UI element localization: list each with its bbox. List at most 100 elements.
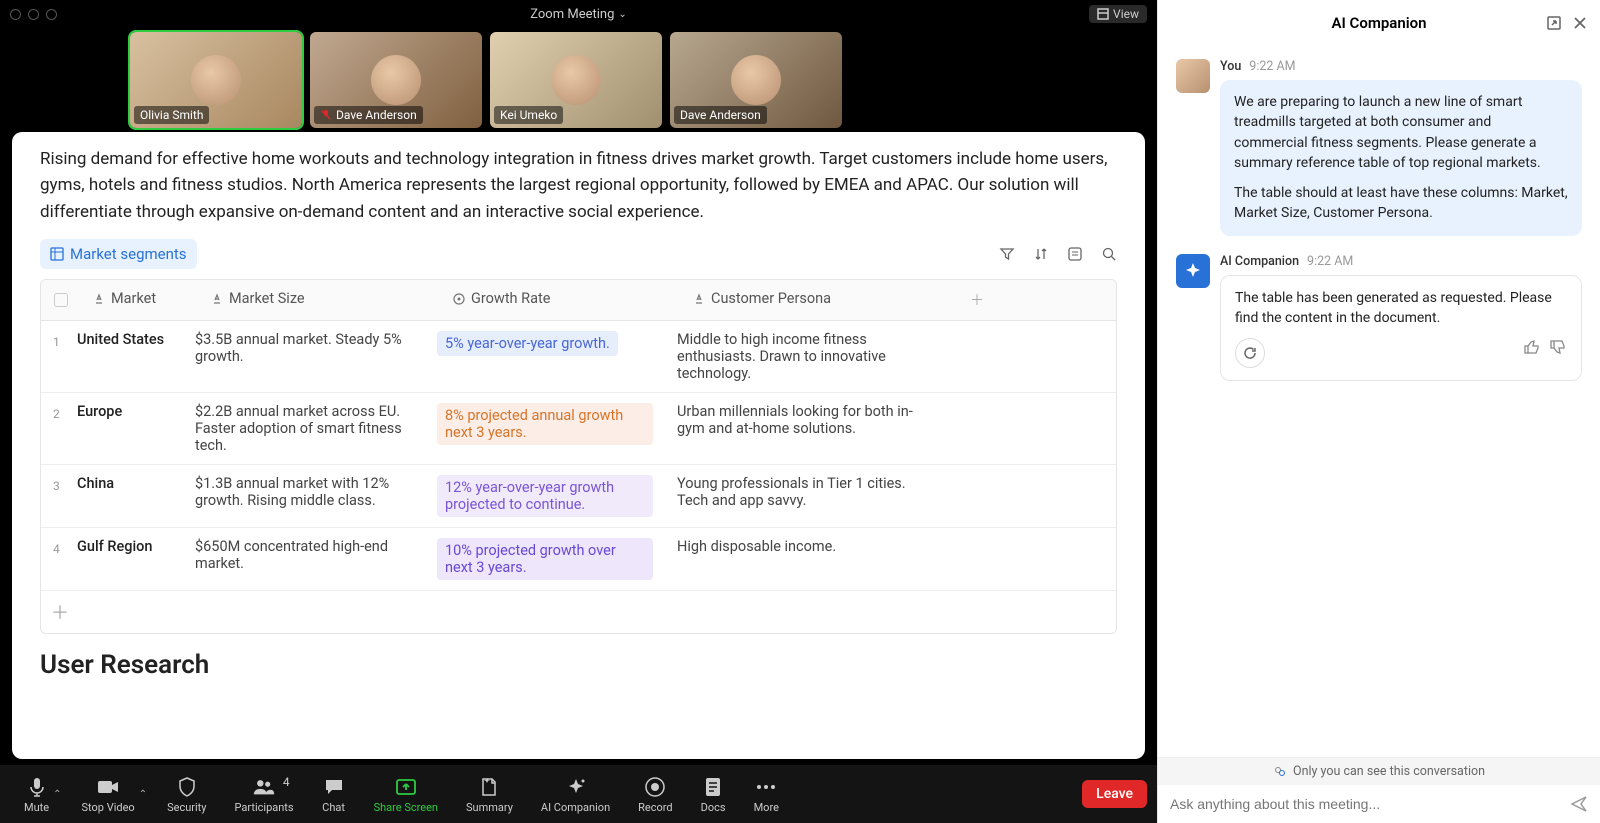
participants-button[interactable]: 4 Participants <box>221 775 308 814</box>
market-size-cell: $1.3B annual market with 12% growth. Ris… <box>183 465 425 527</box>
video-tile[interactable]: Olivia Smith <box>130 32 302 128</box>
participant-name-label: Dave Anderson <box>674 106 767 124</box>
customer-persona-column-header[interactable]: Customer Persona <box>693 290 831 307</box>
notes-icon[interactable] <box>1067 246 1083 262</box>
market-segments-chip[interactable]: Market segments <box>40 239 197 269</box>
docs-button[interactable]: Docs <box>687 775 740 814</box>
market-cell: Europe <box>65 393 183 464</box>
ai-panel-title: AI Companion <box>1331 14 1426 32</box>
record-icon <box>643 775 667 799</box>
more-button[interactable]: More <box>740 775 793 814</box>
sparkle-icon <box>564 775 588 799</box>
share-screen-button[interactable]: Share Screen <box>360 775 452 814</box>
ai-companion-button[interactable]: AI Companion <box>527 775 624 814</box>
chat-button[interactable]: Chat <box>308 775 360 814</box>
search-icon[interactable] <box>1101 246 1117 262</box>
market-size-cell: $2.2B annual market across EU. Faster ad… <box>183 393 425 464</box>
share-icon <box>394 775 418 799</box>
participant-name-label: Kei Umeko <box>494 106 563 124</box>
market-cell: United States <box>65 321 183 392</box>
privacy-notice: Only you can see this conversation <box>1158 758 1600 785</box>
sort-icon[interactable] <box>1033 246 1049 262</box>
market-cell: China <box>65 465 183 527</box>
market-column-header[interactable]: Market <box>93 290 156 307</box>
chat-message: You 9:22 AM We are preparing to launch a n… <box>1176 59 1582 236</box>
window-title: Zoom Meeting <box>530 7 614 22</box>
avatar <box>1176 254 1210 288</box>
chat-icon <box>322 775 346 799</box>
add-row-button[interactable]: ＋ <box>41 591 1116 633</box>
table-header: Market Market Size Growth Rate Customer … <box>41 280 1116 321</box>
titlebar: Zoom Meeting ⌄ View <box>0 0 1157 28</box>
market-size-cell: $650M concentrated high-end market. <box>183 528 425 590</box>
message-time: 9:22 AM <box>1249 59 1295 74</box>
message-bubble: The table has been generated as requeste… <box>1220 275 1582 382</box>
table-row[interactable]: 2Europe$2.2B annual market across EU. Fa… <box>41 393 1116 465</box>
shield-icon <box>175 775 199 799</box>
thumbs-down-button[interactable] <box>1549 338 1567 368</box>
market-segments-table: Market Market Size Growth Rate Customer … <box>40 279 1117 634</box>
ai-input[interactable] <box>1170 796 1570 812</box>
lock-icon <box>1273 765 1287 779</box>
window-controls[interactable] <box>10 9 57 20</box>
market-size-column-header[interactable]: Market Size <box>211 290 305 307</box>
select-all-checkbox[interactable] <box>54 293 68 307</box>
row-index: 4 <box>41 528 65 590</box>
table-row[interactable]: 3China$1.3B annual market with 12% growt… <box>41 465 1116 528</box>
video-tile[interactable]: Dave Anderson <box>670 32 842 128</box>
mute-button[interactable]: Mute <box>10 775 63 814</box>
sparkle-icon <box>1183 261 1203 281</box>
add-column-button[interactable]: ＋ <box>957 280 997 320</box>
persona-cell: Urban millennials looking for both in-gy… <box>665 393 941 464</box>
participant-name-label: Dave Anderson <box>314 106 423 124</box>
ai-companion-panel: AI Companion You 9:22 AM We are preparing … <box>1157 0 1600 823</box>
market-size-cell: $3.5B annual market. Steady 5% growth. <box>183 321 425 392</box>
video-icon <box>96 775 120 799</box>
summary-button[interactable]: Summary <box>452 775 527 814</box>
mic-icon <box>25 775 49 799</box>
close-icon[interactable] <box>1572 15 1588 31</box>
mic-muted-icon <box>320 109 332 121</box>
leave-button[interactable]: Leave <box>1082 780 1147 808</box>
table-row[interactable]: 1United States$3.5B annual market. Stead… <box>41 321 1116 393</box>
persona-cell: Middle to high income fitness enthusiast… <box>665 321 941 392</box>
record-button[interactable]: Record <box>624 775 686 814</box>
message-sender: You <box>1220 59 1241 74</box>
view-button[interactable]: View <box>1089 5 1147 23</box>
video-gallery: Olivia Smith Dave Anderson Kei Umeko Dave A… <box>0 28 1157 132</box>
chat-message: AI Companion 9:22 AM The table has been ge… <box>1176 254 1582 382</box>
regenerate-button[interactable] <box>1235 338 1265 368</box>
persona-cell: Young professionals in Tier 1 cities. Te… <box>665 465 941 527</box>
title-chevron-icon[interactable]: ⌄ <box>618 9 626 20</box>
video-tile[interactable]: Kei Umeko <box>490 32 662 128</box>
market-cell: Gulf Region <box>65 528 183 590</box>
row-index: 3 <box>41 465 65 527</box>
persona-cell: High disposable income. <box>665 528 941 590</box>
security-button[interactable]: Security <box>153 775 220 814</box>
send-icon[interactable] <box>1570 795 1588 813</box>
thumbs-up-button[interactable] <box>1523 338 1541 368</box>
avatar <box>1176 59 1210 93</box>
user-research-heading: User Research <box>40 650 1117 680</box>
people-icon <box>252 775 276 799</box>
message-bubble: We are preparing to launch a new line of… <box>1220 80 1582 236</box>
shared-document: Rising demand for effective home workout… <box>12 132 1145 759</box>
video-tile[interactable]: Dave Anderson <box>310 32 482 128</box>
row-index: 2 <box>41 393 65 464</box>
growth-cell: 8% projected annual growth next 3 years. <box>425 393 665 464</box>
message-time: 9:22 AM <box>1307 254 1353 269</box>
growth-cell: 5% year-over-year growth. <box>425 321 665 392</box>
row-index: 1 <box>41 321 65 392</box>
popout-icon[interactable] <box>1546 15 1562 31</box>
stop-video-button[interactable]: Stop Video <box>68 775 149 814</box>
message-sender: AI Companion <box>1220 254 1299 269</box>
docs-icon <box>701 775 725 799</box>
meeting-toolbar: Mute ⌃ Stop Video ⌃ Security 4 Participa… <box>0 765 1157 823</box>
doc-paragraph: Rising demand for effective home workout… <box>40 146 1117 225</box>
growth-rate-column-header[interactable]: Growth Rate <box>453 290 550 307</box>
zoom-window: Zoom Meeting ⌄ View Olivia Smith Dave And… <box>0 0 1157 823</box>
table-row[interactable]: 4Gulf Region$650M concentrated high-end … <box>41 528 1116 591</box>
growth-cell: 12% year-over-year growth projected to c… <box>425 465 665 527</box>
filter-icon[interactable] <box>999 246 1015 262</box>
summary-icon <box>477 775 501 799</box>
